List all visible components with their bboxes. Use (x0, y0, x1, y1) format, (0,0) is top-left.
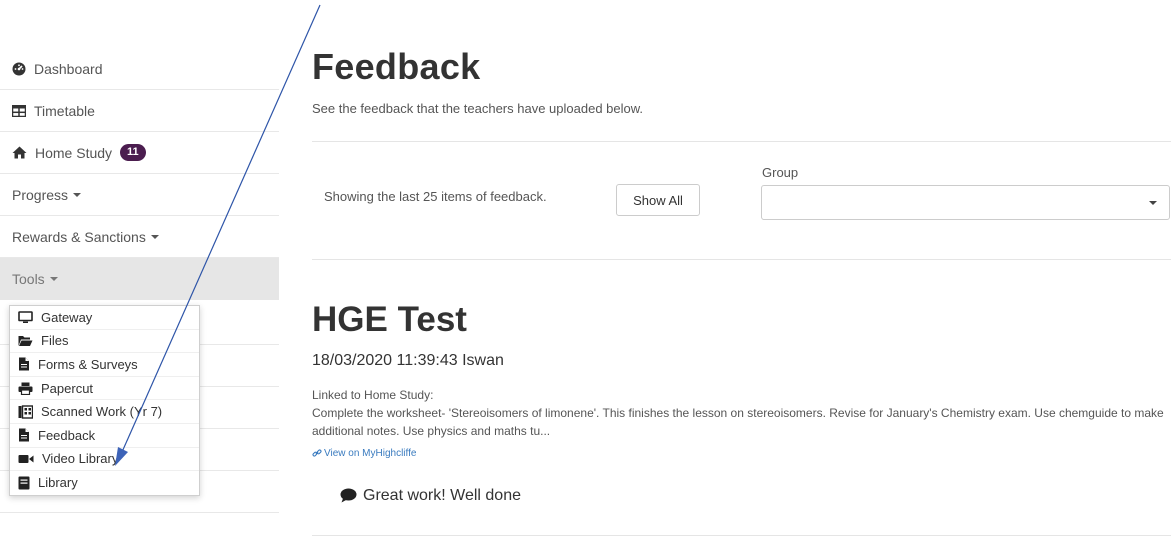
menu-item-label: Scanned Work (Yr 7) (41, 404, 163, 420)
tools-dropdown-menu: Gateway Files Forms & Surveys Papercut S… (9, 305, 200, 496)
table-icon (12, 104, 26, 117)
comment-text: Great work! Well done (363, 487, 521, 504)
comment-icon (340, 488, 357, 503)
file-icon (19, 428, 29, 442)
menu-item-gateway[interactable]: Gateway (10, 306, 199, 330)
menu-item-video-library[interactable]: Video Library (10, 448, 199, 472)
group-select[interactable] (761, 185, 1170, 220)
menu-item-scanned-work[interactable]: Scanned Work (Yr 7) (10, 400, 199, 424)
feedback-item-meta: 18/03/2020 11:39:43 Iswan (312, 352, 504, 369)
menu-item-label: Files (41, 333, 69, 349)
page-subtitle: See the feedback that the teachers have … (312, 101, 644, 116)
file-icon (19, 357, 29, 371)
caret-down-icon (1149, 201, 1157, 205)
divider (0, 512, 279, 513)
feedback-item-title: HGE Test (312, 300, 467, 339)
scanner-icon (18, 404, 33, 419)
sidebar-item-dashboard[interactable]: Dashboard (0, 48, 279, 90)
menu-item-label: Forms & Surveys (38, 356, 138, 372)
caret-down-icon (73, 192, 82, 197)
printer-icon (18, 382, 33, 395)
linked-home-study-label: Linked to Home Study: (312, 388, 434, 402)
link-text: View on MyHighcliffe (324, 448, 417, 459)
sidebar-item-rewards-sanctions[interactable]: Rewards & Sanctions (0, 216, 279, 258)
video-camera-icon (18, 454, 34, 463)
menu-item-label: Video Library (42, 451, 119, 467)
folder-open-icon (18, 335, 33, 346)
sidebar-item-tools[interactable]: Tools (0, 258, 279, 300)
sidebar-item-label: Tools (12, 271, 45, 287)
feedback-comment: Great work! Well done (340, 487, 521, 505)
menu-item-label: Gateway (41, 309, 93, 325)
sidebar-item-label: Dashboard (34, 60, 103, 77)
menu-item-files[interactable]: Files (10, 330, 199, 354)
sidebar-item-timetable[interactable]: Timetable (0, 90, 279, 132)
caret-down-icon (150, 234, 159, 239)
menu-item-label: Library (38, 475, 78, 491)
page-title: Feedback (312, 46, 481, 87)
sidebar-item-label: Progress (12, 186, 69, 203)
sidebar-item-progress[interactable]: Progress (0, 174, 279, 216)
caret-down-icon (49, 277, 58, 281)
menu-item-label: Papercut (41, 380, 94, 396)
divider (312, 141, 1171, 142)
sidebar-item-label: Rewards & Sanctions (12, 228, 146, 245)
sidebar-nav: Dashboard Timetable Home Study 11 Progre… (0, 48, 279, 300)
link-icon (312, 449, 322, 457)
dashboard-icon (12, 62, 26, 75)
group-label: Group (762, 165, 799, 180)
sidebar-item-label: Timetable (34, 102, 95, 119)
sidebar-item-home-study[interactable]: Home Study 11 (0, 132, 279, 174)
home-icon (12, 146, 27, 159)
sidebar-item-label: Home Study (35, 144, 113, 161)
book-icon (18, 476, 30, 490)
menu-item-forms-surveys[interactable]: Forms & Surveys (10, 353, 199, 377)
view-on-myhighcliffe-link[interactable]: View on MyHighcliffe (312, 448, 416, 459)
show-all-button[interactable]: Show All (616, 184, 700, 216)
menu-item-papercut[interactable]: Papercut (10, 377, 199, 401)
menu-item-label: Feedback (38, 427, 96, 443)
divider (312, 535, 1171, 536)
home-study-description: Complete the worksheet- 'Stereoisomers o… (312, 406, 1164, 438)
menu-item-feedback[interactable]: Feedback (10, 424, 199, 448)
menu-item-library[interactable]: Library (10, 471, 199, 495)
showing-count-text: Showing the last 25 items of feedback. (324, 189, 547, 204)
monitor-icon (18, 310, 33, 323)
divider (312, 259, 1171, 260)
home-study-count-badge: 11 (120, 144, 146, 161)
